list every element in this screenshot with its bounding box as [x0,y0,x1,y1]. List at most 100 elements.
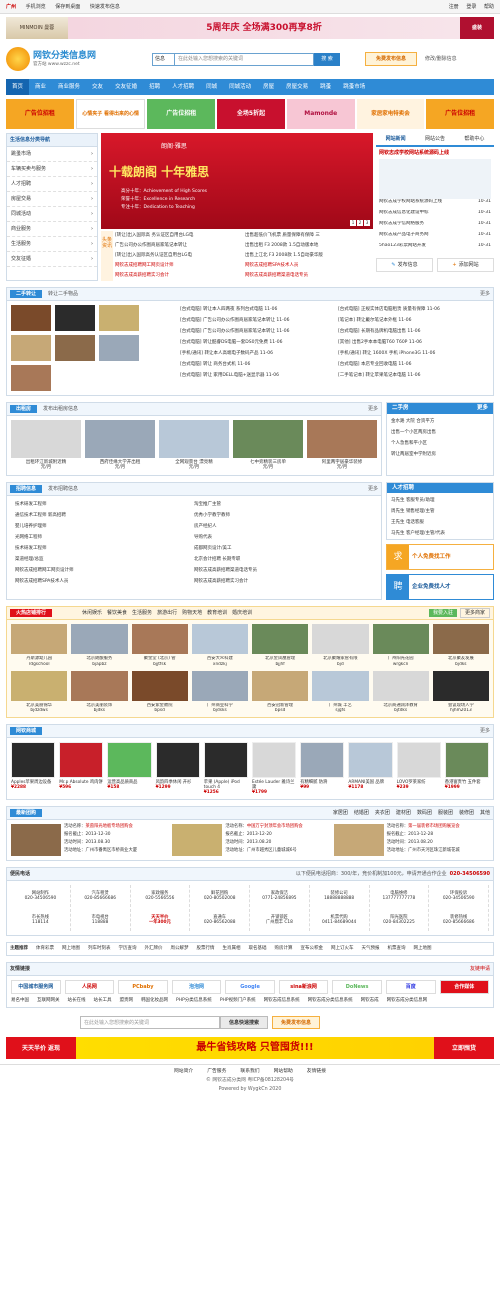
save-desktop-link[interactable]: 保存到桌面 [55,4,80,10]
slideshow[interactable]: 朗阁·雅思 十载朗阁 十年雅思 高分十年：Achievement of High… [101,133,373,229]
product-card[interactable]: 风韵四季休闲 开衫 ¥1299 [155,742,200,795]
find-job-button[interactable]: 求 个人免费找工作 [386,544,494,571]
list-item[interactable]: [台式电脑] 转让 家用DELL电脑+送显示器 11-06 [180,370,332,381]
topic-link[interactable]: 学历查询 [119,946,137,951]
news-link[interactable]: 出售上江北 F3 2008款 1.5自动豪华版 [243,251,373,261]
news-link[interactable]: [转让]出入国际高 务认证区自用台LG电 [113,231,243,241]
news-item[interactable]: 5hao123彩票网站开发 10-31 [376,243,494,254]
group-tab[interactable]: 家居团 [333,810,348,816]
phone-entry[interactable]: 开锁锁匠 广州鼎丰 C18 [250,909,310,932]
ad-slot[interactable]: Mamonde [286,99,355,129]
nav-item[interactable]: 人才招聘 [166,79,200,95]
login-link[interactable]: 登录 [466,4,476,10]
job-item[interactable]: 技术研发工程师 [15,543,194,554]
group-buy-item[interactable]: 活动名称：第一届装修市场团购展览会 报名截止：2013-12-28 活动时间：201… [333,824,489,857]
phone-entry[interactable]: 市电视台 118888 [71,909,131,932]
category-item[interactable]: 交友征婚 › [7,252,97,267]
footer-search-button[interactable]: 信息快速搜索 [220,1016,268,1030]
tab-help-center[interactable]: 帮助中心 [455,133,494,145]
shop-card[interactable]: 北京商通润泽教育 bjtdks [372,670,429,713]
section-title[interactable]: 火热店铺排行 [10,609,53,618]
footer-link[interactable]: 网站简介 [174,1069,193,1075]
section-title[interactable]: 最新团购 [10,809,43,818]
nav-item[interactable]: 商业 [29,79,52,95]
news-item[interactable]: 网钦志成信息化建设中标 10-31 [376,210,494,221]
topic-link[interactable]: 外汇牌价 [145,946,163,951]
box-title[interactable]: 二手房 [392,405,409,412]
list-item[interactable]: [手机/通讯] 转让 1600X 手机 iPhone3G 11-06 [338,348,490,359]
news-item[interactable]: 网钦志成学信网络服务 10-31 [376,221,494,232]
news-headline[interactable]: 网钦志成学校网站系统源码上线 [376,147,494,159]
phone-entry[interactable]: 电脑维修 137777777778 [370,885,430,908]
add-site-button[interactable]: + 添加网站 [437,258,494,272]
list-item[interactable]: [台式电脑] 转让酷睿DS电脑一套DS0元免费 11-06 [180,337,332,348]
tab-site-notice[interactable]: 网站公告 [415,133,454,145]
topic-link[interactable]: 机票查询 [388,946,406,951]
list-item[interactable]: 出售一个小区两房出售 [387,428,493,439]
category-item[interactable]: 同城活动 › [7,207,97,222]
shop-card[interactable]: 西安冠新管理 bpsd [252,670,309,713]
search-category-select[interactable]: 信息 [152,52,174,66]
category-item[interactable]: 生活服务 › [7,237,97,252]
topic-link[interactable]: 体育彩票 [36,946,54,951]
partner-logo[interactable]: DoNews [332,979,382,994]
list-item[interactable]: [二手笔记本] 转让苹果笔记本电脑 11-06 [338,370,490,381]
shop-card[interactable]: 广州阳光花园 wrgkcn [372,624,429,667]
group-tab[interactable]: 其他 [480,810,490,816]
topic-link[interactable]: 网上地图 [62,946,80,951]
group-tab[interactable]: 数码团 [417,810,432,816]
news-link[interactable]: [转让]出入国际高务认证区自用台LG电 [113,251,243,261]
section-sub[interactable]: 发布招聘信息 [48,486,368,492]
section-title[interactable]: 二手转让 [10,290,43,298]
nav-item[interactable]: 交友征婚 [109,79,143,95]
phone-entry[interactable]: 直通车 020-86562088 [190,909,250,932]
phone-entry[interactable]: 机票代购 0411-84689044 [310,909,370,932]
list-item[interactable]: [台式电脑] 转让 商务台式机 11-06 [180,359,332,370]
topic-link[interactable]: 网上订火车 [331,946,354,951]
box-title[interactable]: 人才招聘 [392,485,414,492]
group-tab[interactable]: 装修团 [459,810,474,816]
item-thumbnail[interactable] [99,305,139,331]
group-tab[interactable]: 服装团 [438,810,453,816]
publish-button[interactable]: 免费发布信息 [365,52,417,66]
join-button[interactable]: 我要入驻 [428,609,457,618]
text-link[interactable]: 韩国化妆品网 [141,998,168,1003]
news-link[interactable]: 广告公司办公作图商居家笔记本转让 [113,241,243,251]
text-link[interactable]: 盟贵网 [120,998,134,1003]
job-item[interactable]: 婴儿培养护理师 [15,521,194,532]
nav-item[interactable]: 首页 [6,79,30,95]
text-link[interactable]: 网钦志成信息系统 [264,998,300,1003]
text-link[interactable]: 互联网网关 [37,998,60,1003]
partner-logo[interactable]: 泡泡网 [171,979,222,994]
help-link[interactable]: 帮助 [484,4,494,10]
item-thumbnail[interactable] [99,335,139,361]
section-title[interactable]: 出租房 [10,405,38,413]
group-buy-item[interactable]: 活动名称：莱茵阳光地板专场团购会 报名截止：2013-12-30 活动时间：2013… [11,824,166,857]
list-item[interactable]: 转让两居室中学附近房 [387,450,493,461]
talent-item[interactable]: 马先生 客户经理/主管/代表 [387,528,493,539]
mobile-link[interactable]: 手机浏览 [26,4,46,10]
talent-item[interactable]: 马先生 客服专员/助理 [387,495,493,506]
text-link[interactable]: PHP分类信息系统 [176,998,212,1003]
news-link[interactable]: 网钦志成招聘SPA技术人员 [243,261,373,271]
rental-item[interactable]: 全网观景台 漂亮精 元/月 [159,420,229,471]
category-item[interactable]: 人才招聘 › [7,177,97,192]
topic-link[interactable]: 取名基础 [249,946,267,951]
ad-slot[interactable]: 广告位招租 [6,99,74,129]
list-item[interactable]: [台式电脑] 正规实体店电脑租赁 质量有保障 11-06 [338,304,490,315]
more-link[interactable]: 更多 [368,406,378,412]
nav-item[interactable]: 跳蚤市场 [337,79,371,95]
text-link[interactable]: 站长工具 [94,998,112,1003]
category-item[interactable]: 跳蚤市场 › [7,147,97,162]
section-title[interactable]: 网钦商城 [10,727,43,735]
shop-tab[interactable]: 生活服务 [132,610,152,616]
news-link[interactable]: 网钦志成高薪招聘渠道电话专员 [243,271,373,281]
nav-item[interactable]: 交友 [86,79,109,95]
more-link[interactable]: 更多 [480,728,490,734]
tab-site-news[interactable]: 网站新闻 [376,133,415,145]
product-card[interactable]: 苹果 (Apple) iPod touch 4 ¥1256 [203,742,248,795]
quick-publish-link[interactable]: 快速发布信息 [90,4,120,10]
phone-entry[interactable]: 汽车租赁 020-85666686 [71,885,131,908]
product-card[interactable]: LOVO罗莱家纺 ¥239 [396,742,441,795]
category-item[interactable]: 车辆买卖与服务 › [7,162,97,177]
